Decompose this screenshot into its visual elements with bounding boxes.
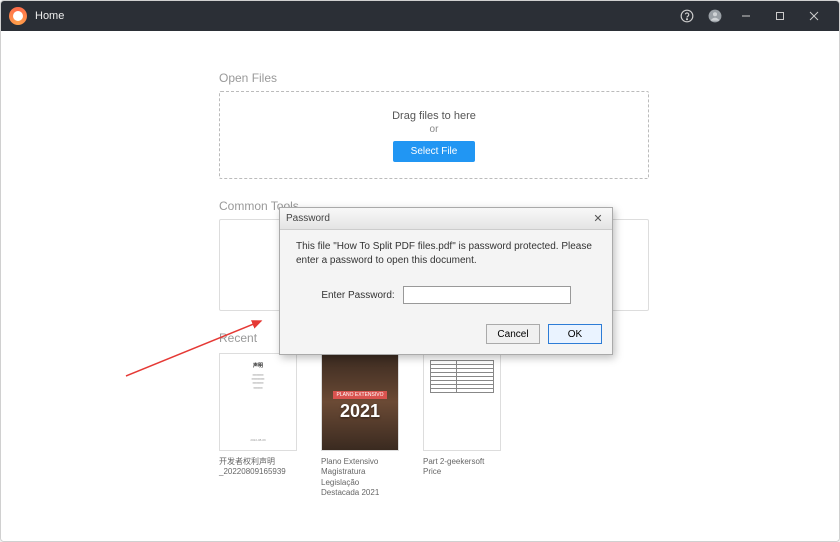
recent-item-label: Plano Extensivo Magistratura Legislação …: [321, 457, 399, 499]
minimize-button[interactable]: [729, 1, 763, 31]
recent-item[interactable]: PLANO EXTENSIVO 2021 Plano Extensivo Mag…: [321, 353, 399, 499]
password-input[interactable]: [403, 286, 571, 304]
recent-item-label: 开发者权利声明_20220809165939: [219, 457, 297, 478]
dialog-titlebar: Password ✕: [280, 208, 612, 230]
dropzone-text: Drag files to here: [220, 110, 648, 122]
user-avatar-icon[interactable]: [701, 2, 729, 30]
app-logo-icon: [9, 7, 27, 25]
dialog-message: This file "How To Split PDF files.pdf" i…: [296, 240, 596, 268]
help-icon[interactable]: [673, 2, 701, 30]
titlebar-title: Home: [35, 10, 64, 22]
open-files-label: Open Files: [219, 71, 649, 85]
recent-grid: 声明 ━━━━━━━━━━━━━━━━━━━━━━━━ 2022-08-09 开…: [219, 353, 649, 499]
recent-thumbnail: 声明 ━━━━━━━━━━━━━━━━━━━━━━━━ 2022-08-09: [219, 353, 297, 451]
select-file-button[interactable]: Select File: [393, 141, 476, 162]
file-dropzone[interactable]: Drag files to here or Select File: [219, 91, 649, 179]
password-field-label: Enter Password:: [321, 290, 394, 301]
recent-item-label: Part 2-geekersoft Price: [423, 457, 501, 478]
app-window: Home Open Files Drag files to here or Se…: [0, 0, 840, 542]
maximize-button[interactable]: [763, 1, 797, 31]
password-dialog: Password ✕ This file "How To Split PDF f…: [279, 207, 613, 355]
recent-item[interactable]: Part 2-geekersoft Price: [423, 353, 501, 478]
ok-button[interactable]: OK: [548, 324, 602, 344]
dialog-title: Password: [286, 213, 330, 224]
close-button[interactable]: [797, 1, 831, 31]
recent-thumbnail: PLANO EXTENSIVO 2021: [321, 353, 399, 451]
dialog-close-icon[interactable]: ✕: [590, 211, 606, 227]
recent-thumbnail: [423, 353, 501, 451]
recent-item[interactable]: 声明 ━━━━━━━━━━━━━━━━━━━━━━━━ 2022-08-09 开…: [219, 353, 297, 478]
titlebar: Home: [1, 1, 839, 31]
dropzone-or: or: [220, 124, 648, 135]
cancel-button[interactable]: Cancel: [486, 324, 540, 344]
